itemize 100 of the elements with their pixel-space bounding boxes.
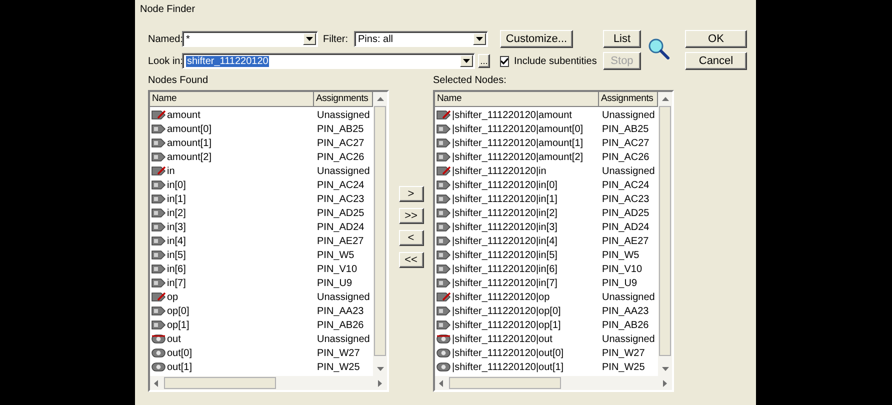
assignment-cell-text: PIN_AE27 <box>316 236 365 246</box>
node-name[interactable]: out <box>167 334 181 344</box>
input-bus-icon <box>151 292 166 302</box>
scroll-right-icon[interactable] <box>378 380 382 386</box>
node-name[interactable]: |shifter_111220120|in[2] <box>452 208 558 218</box>
vertical-scrollbar[interactable] <box>658 92 672 376</box>
node-name[interactable]: in[0] <box>167 180 186 190</box>
input-pin-icon <box>436 124 451 134</box>
dropdown-arrow-icon <box>463 59 470 63</box>
browse-button[interactable]: ... <box>478 54 490 68</box>
dropdown-arrow-icon <box>306 37 313 41</box>
node-name[interactable]: |shifter_111220120|in[1] <box>452 194 558 204</box>
node-name[interactable]: op <box>167 292 178 302</box>
input-pin-icon <box>436 208 451 218</box>
look-in-combo[interactable]: shifter_111220120 <box>182 53 475 69</box>
vertical-scrollbar[interactable] <box>373 92 387 376</box>
node-name[interactable]: |shifter_111220120|in[6] <box>452 264 558 274</box>
node-name[interactable]: |shifter_111220120|in[4] <box>452 236 558 246</box>
node-name[interactable]: |shifter_111220120|op[0] <box>452 306 561 316</box>
node-name[interactable]: |shifter_111220120|out[1] <box>452 362 564 372</box>
node-name[interactable]: |shifter_111220120|op <box>452 292 550 302</box>
column-header[interactable]: Name <box>150 92 314 107</box>
assignment-cell-text: PIN_U9 <box>601 278 638 288</box>
node-name[interactable]: |shifter_111220120|op[1] <box>452 320 561 330</box>
node-name[interactable]: |shifter_111220120|amount <box>452 110 572 120</box>
assignment-cell-text: PIN_AB26 <box>601 320 650 330</box>
input-pin-icon <box>151 138 166 148</box>
horizontal-scrollbar[interactable] <box>150 376 387 390</box>
node-name[interactable]: in[5] <box>167 250 186 260</box>
node-name[interactable]: in[4] <box>167 236 186 246</box>
dialog-button[interactable]: Customize... <box>500 30 573 48</box>
input-pin-icon <box>436 194 451 204</box>
input-pin-icon <box>151 306 166 316</box>
node-name[interactable]: in[3] <box>167 222 186 232</box>
assignment-cell-text: PIN_AD25 <box>601 208 650 218</box>
node-name[interactable]: |shifter_111220120|amount[1] <box>452 138 584 148</box>
input-bus-icon <box>436 292 451 302</box>
scroll-left-icon[interactable] <box>439 380 443 386</box>
input-pin-icon <box>151 236 166 246</box>
dialog-button[interactable]: OK <box>685 30 747 48</box>
list-title: Nodes Found <box>148 74 210 88</box>
input-pin-icon <box>151 194 166 204</box>
node-name[interactable]: in <box>167 166 175 176</box>
checkbox[interactable] <box>500 56 509 66</box>
node-name[interactable]: in[6] <box>167 264 186 274</box>
output-pin-icon <box>436 348 451 358</box>
assignment-cell-text: PIN_U9 <box>316 278 354 288</box>
transfer-button[interactable]: < <box>398 230 424 246</box>
named-combo[interactable]: * <box>182 31 318 47</box>
node-name[interactable]: |shifter_111220120|out[0] <box>452 348 564 358</box>
node-name[interactable]: amount[0] <box>167 124 212 134</box>
node-name[interactable]: out[1] <box>167 362 192 372</box>
scroll-up-icon[interactable] <box>376 97 384 101</box>
assignment-cell-text: PIN_AD25 <box>316 208 366 218</box>
node-name[interactable]: |shifter_111220120|out <box>452 334 552 344</box>
node-name[interactable]: |shifter_111220120|amount[2] <box>452 152 584 162</box>
column-header[interactable]: Assignments <box>599 92 658 107</box>
scroll-right-icon[interactable] <box>663 380 667 386</box>
node-name[interactable]: amount <box>167 110 200 120</box>
scroll-down-icon[interactable] <box>376 367 384 371</box>
field-label: Filter: <box>323 34 348 44</box>
node-name[interactable]: amount[1] <box>167 138 212 148</box>
node-name[interactable]: out[0] <box>167 348 192 358</box>
node-name[interactable]: |shifter_111220120|in[7] <box>452 278 558 288</box>
scroll-up-icon[interactable] <box>662 97 668 101</box>
input-pin-icon <box>151 124 166 134</box>
assignment-cell-text: PIN_W5 <box>601 250 640 260</box>
node-name[interactable]: in[7] <box>167 278 186 288</box>
transfer-button[interactable]: >> <box>398 208 424 224</box>
scroll-down-icon[interactable] <box>662 367 668 371</box>
input-pin-icon <box>151 180 166 190</box>
horizontal-scrollbar[interactable] <box>435 376 672 390</box>
dialog-button[interactable]: List <box>603 30 641 48</box>
node-name[interactable]: |shifter_111220120|in[3] <box>452 222 558 232</box>
input-pin-icon <box>436 236 451 246</box>
output-pin-icon <box>151 348 166 358</box>
transfer-button[interactable]: > <box>398 186 424 202</box>
node-name[interactable]: amount[2] <box>167 152 212 162</box>
assignment-cell-text: PIN_AB25 <box>601 124 650 134</box>
input-pin-icon <box>436 320 451 330</box>
node-name[interactable]: |shifter_111220120|in[5] <box>452 250 558 260</box>
field-label: Look in: <box>148 56 184 66</box>
node-name[interactable]: in[2] <box>167 208 186 218</box>
dialog-button[interactable]: Cancel <box>685 52 747 70</box>
node-name[interactable]: op[1] <box>167 320 190 330</box>
assignment-cell-text: PIN_W27 <box>316 348 361 358</box>
search-icon <box>648 38 670 60</box>
node-name[interactable]: |shifter_111220120|amount[0] <box>452 124 584 134</box>
dropdown-arrow-icon <box>476 37 483 41</box>
column-header[interactable]: Name <box>435 92 599 107</box>
transfer-button[interactable]: << <box>398 252 424 268</box>
node-name[interactable]: |shifter_111220120|in <box>452 166 546 176</box>
scroll-left-icon[interactable] <box>154 380 158 386</box>
node-name[interactable]: in[1] <box>167 194 186 204</box>
filter-combo[interactable]: Pins: all <box>354 31 488 47</box>
column-header[interactable]: Assignments <box>314 92 373 107</box>
node-name[interactable]: op[0] <box>167 306 190 316</box>
node-name[interactable]: |shifter_111220120|in[0] <box>452 180 558 190</box>
input-pin-icon <box>436 264 451 274</box>
input-pin-icon <box>151 208 166 218</box>
